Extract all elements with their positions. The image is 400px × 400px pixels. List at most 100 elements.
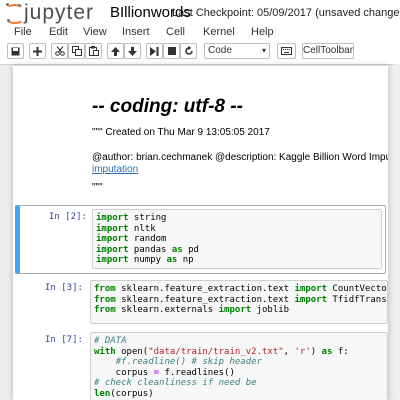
menu-file[interactable]: File <box>14 26 32 38</box>
code-line: import nltk <box>96 224 381 235</box>
plus-icon <box>33 46 42 56</box>
code-token: import <box>294 294 328 305</box>
code-line: import random <box>96 234 381 245</box>
code-token: as <box>171 244 183 255</box>
code-token: open( <box>115 346 149 357</box>
move-down-button[interactable] <box>124 43 141 59</box>
code-input[interactable]: import string import nltk import random imp… <box>92 209 382 269</box>
code-token: as <box>166 255 178 266</box>
code-token: np <box>177 255 194 266</box>
code-token: import <box>218 305 252 316</box>
refresh-icon <box>184 46 193 55</box>
code-token: nltk <box>128 223 156 234</box>
code-token: from <box>94 305 116 316</box>
code-line: import numpy as np <box>96 255 381 266</box>
code-token: as <box>321 346 333 357</box>
kaggle-link-end[interactable]: imputation <box>92 164 138 175</box>
paste-button[interactable] <box>85 43 102 59</box>
menu-view[interactable]: View <box>83 26 107 38</box>
code-token: from <box>94 294 116 305</box>
code-token: import <box>96 213 129 223</box>
code-token: import <box>96 255 129 266</box>
cell-prompt: In [2]: <box>49 212 87 222</box>
copy-icon <box>71 46 82 56</box>
copy-button[interactable] <box>68 43 85 59</box>
move-up-button[interactable] <box>107 43 124 59</box>
code-token: import <box>96 223 129 234</box>
code-line: from sklearn.feature_extraction.text imp… <box>94 284 387 295</box>
code-input[interactable]: from sklearn.feature_extraction.text imp… <box>90 280 388 324</box>
menu-cell[interactable]: Cell <box>166 26 185 38</box>
code-token: sklearn.feature_extraction.text <box>115 294 295 305</box>
author-text: @author: brian.cechmanek @description: K… <box>92 152 388 163</box>
code-cell[interactable]: In [3]: from sklearn.feature_extraction.… <box>13 277 388 327</box>
menu-kernel[interactable]: Kernel <box>203 26 235 38</box>
notebook-header: jupyter BIllionwords Last Checkpoint: 05… <box>0 0 400 65</box>
run-cell-button[interactable] <box>146 43 163 59</box>
code-token: from <box>94 284 116 294</box>
code-token: (corpus) <box>110 388 154 399</box>
arrow-down-icon <box>128 46 137 56</box>
code-line: # check cleanliness if need be <box>94 378 387 389</box>
code-token: , <box>283 346 295 357</box>
code-token: import <box>96 244 129 255</box>
code-token: import <box>294 284 328 294</box>
toolbar: Code ▾ CellToolbar <box>0 42 400 62</box>
code-token: import <box>96 234 129 245</box>
save-icon <box>11 47 20 55</box>
cell-prompt: In [7]: <box>45 335 83 345</box>
page-scrollbar[interactable] <box>394 64 400 400</box>
code-token: string <box>128 213 167 223</box>
step-forward-icon <box>150 46 159 56</box>
arrow-up-icon <box>111 46 120 56</box>
celltoolbar-button[interactable]: CellToolbar <box>302 43 354 59</box>
code-line: with open("data/train/train_v2.txt", 'r'… <box>94 347 387 358</box>
interrupt-kernel-button[interactable] <box>163 43 180 59</box>
code-token: # check cleanliness if need be <box>94 378 257 389</box>
markdown-heading: -- coding: utf-8 -- <box>92 96 243 117</box>
code-token: #f.readline() # skip header <box>115 357 262 368</box>
code-input[interactable]: # DATA with open("data/train/train_v2.txt… <box>90 332 388 400</box>
brand-name: jupyter <box>24 1 95 24</box>
code-cell-selected[interactable]: In [2]: import string import nltk import r… <box>15 205 386 274</box>
markdown-author-line: @author: brian.cechmanek @description: K… <box>92 152 388 163</box>
jupyter-logo-icon <box>4 3 24 24</box>
code-cell[interactable]: In [7]: # DATA with open("data/train/trai… <box>13 329 388 400</box>
jupyter-logo[interactable]: jupyter <box>4 1 95 24</box>
code-token: pandas <box>128 244 172 255</box>
menu-help[interactable]: Help <box>251 26 274 38</box>
code-token: CountVectorizer <box>332 284 387 294</box>
insert-cell-button[interactable] <box>29 43 46 59</box>
code-token: 'r' <box>294 346 311 357</box>
code-token: len <box>94 388 111 399</box>
code-token: # DATA <box>94 336 127 346</box>
scissors-icon <box>54 46 65 56</box>
stop-icon <box>167 47 176 55</box>
code-line: len(corpus) <box>94 389 387 400</box>
markdown-cell[interactable]: -- coding: utf-8 -- """ Created on Thu M… <box>13 66 388 201</box>
command-palette-button[interactable] <box>277 43 296 59</box>
code-token: sklearn.externals <box>115 305 219 316</box>
code-token: f.readlines() <box>159 367 235 378</box>
save-button[interactable] <box>7 43 24 59</box>
cell-type-value: Code <box>208 45 232 56</box>
cut-button[interactable] <box>51 43 68 59</box>
code-token: random <box>128 234 167 245</box>
markdown-closing-quotes: """ <box>92 182 103 193</box>
code-token: pd <box>182 244 199 255</box>
code-line: import string <box>96 213 381 224</box>
code-token: joblib <box>251 305 290 316</box>
code-line: from sklearn.externals import joblib <box>94 305 387 316</box>
code-line: from sklearn.feature_extraction.text imp… <box>94 295 387 306</box>
menu-edit[interactable]: Edit <box>49 26 68 38</box>
cell-prompt: In [3]: <box>45 283 83 293</box>
code-line: import pandas as pd <box>96 245 381 256</box>
restart-kernel-button[interactable] <box>180 43 197 59</box>
menu-insert[interactable]: Insert <box>122 26 150 38</box>
notebook-container: -- coding: utf-8 -- """ Created on Thu M… <box>13 66 388 400</box>
code-token: f: <box>332 346 349 357</box>
markdown-created-line: """ Created on Thu Mar 9 13:05:05 2017 <box>92 127 270 138</box>
cell-type-select[interactable]: Code ▾ <box>204 43 270 59</box>
code-token: TfidfTransformer <box>332 294 387 305</box>
